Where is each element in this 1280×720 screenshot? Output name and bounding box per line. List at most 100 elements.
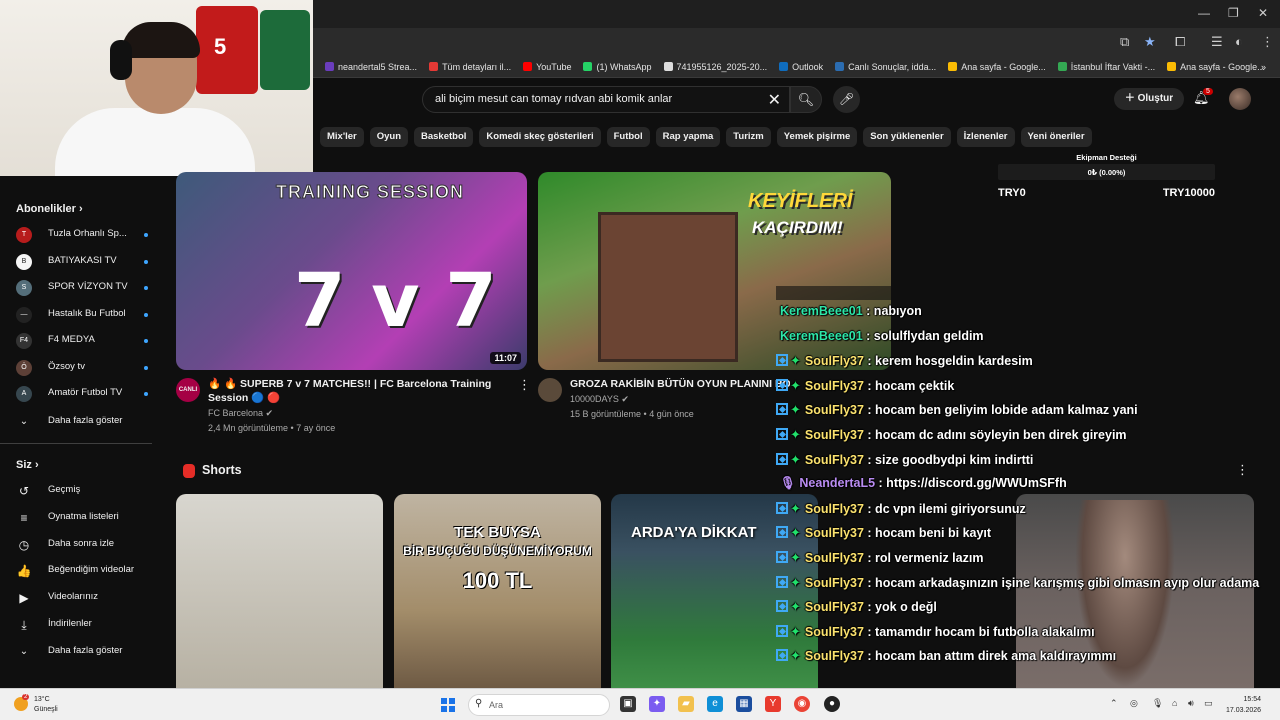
clear-search-icon[interactable]: ✕ (768, 90, 781, 110)
channel-name-2[interactable]: 10000DAYS ✔ (570, 394, 629, 405)
bookmark-star-icon[interactable]: ★ (1144, 34, 1156, 50)
video-thumbnail-1[interactable]: TRAINING SESSION 7 v 7 11:07 (176, 172, 527, 370)
bookmark-item[interactable]: Tüm detayları il... (429, 56, 511, 77)
you-item[interactable]: ▶ Videolarınız (16, 589, 166, 607)
filter-chip[interactable]: Turizm (726, 127, 771, 147)
you-item[interactable]: ◷ Daha sonra izle (16, 536, 166, 554)
edge-icon[interactable]: e (707, 696, 723, 712)
you-item[interactable]: ⤓ İndirilenler (16, 616, 166, 634)
sub-badge-icon: ✦ (790, 500, 801, 516)
channel-avatar-2[interactable] (538, 378, 562, 402)
bookmarks-overflow-icon[interactable]: » (1261, 56, 1266, 77)
subscriptions-heading[interactable]: Abonelikler › (16, 203, 83, 215)
broadcaster-mic-icon: 🎙︎ (780, 476, 800, 491)
bookmark-item[interactable]: Canlı Sonuçlar, idda... (835, 56, 936, 77)
channel-name-1[interactable]: FC Barcelona ✔ (208, 408, 273, 419)
video-title-2[interactable]: GROZA RAKİBİN BÜTÜN OYUN PLANINI BOZDU (570, 377, 790, 391)
tray-speaker-icon[interactable]: 🔊︎ (1188, 698, 1194, 709)
you-item-label: Beğendiğim videolar (48, 564, 135, 576)
tray-network-icon[interactable]: ⌂ (1172, 698, 1177, 708)
you-item[interactable]: ≡ Oynatma listeleri (16, 509, 166, 527)
obs-icon[interactable]: ● (824, 696, 840, 712)
start-button[interactable] (441, 698, 455, 712)
filter-chip[interactable]: Oyun (369, 127, 408, 147)
filter-chip[interactable]: Mix'ler (320, 127, 364, 147)
video-title-1[interactable]: 🔥 🔥 SUPERB 7 v 7 MATCHES!! | FC Barcelon… (208, 377, 508, 405)
history-icon: ↺ (18, 484, 30, 498)
show-more-button-2[interactable]: ⌄ Daha fazla göster (16, 643, 166, 661)
weather-widget[interactable]: 13°C Güneşli (34, 695, 58, 715)
voice-search-button[interactable]: 🎤︎ (833, 86, 860, 113)
extensions-icon[interactable]: ⧠ (1175, 34, 1185, 50)
browser-menu-icon[interactable]: ⋮ (1261, 34, 1274, 50)
maximize-icon[interactable]: ❐ (1228, 6, 1239, 20)
show-more-button[interactable]: ⌄ Daha fazla göster (16, 413, 166, 431)
short-card-1[interactable] (176, 494, 383, 688)
subscription-item[interactable]: — Hastalık Bu Futbol (16, 306, 166, 324)
like-icon: 👍 (16, 564, 32, 579)
bookmark-item[interactable]: Ana sayfa - Google... (1167, 56, 1265, 77)
task-view-icon[interactable]: ▣ (620, 696, 636, 712)
avatar[interactable] (1229, 88, 1251, 110)
sub-badge-icon: ✦ (790, 574, 801, 590)
subscription-item[interactable]: S SPOR VİZYON TV (16, 279, 166, 297)
chrome-icon[interactable]: ◉ (794, 696, 810, 712)
tray-mic-icon[interactable]: 🎙︎ (1152, 698, 1163, 709)
chat-username: SoulFly37 (804, 526, 864, 541)
filter-chip[interactable]: Son yüklenenler (863, 127, 951, 147)
chat-username: SoulFly37 (804, 551, 864, 565)
short-card-2[interactable]: TEK BUYSA BİR BUÇUĞU DÜŞÜNEMİYORUM 100 T… (394, 494, 601, 688)
bookmark-item[interactable]: (1) WhatsApp (583, 56, 652, 77)
bookmark-item[interactable]: İstanbul İftar Vakti -... (1057, 56, 1155, 77)
tray-battery-icon[interactable]: ▭ (1204, 698, 1213, 709)
divider (0, 443, 152, 444)
bookmark-label: neandertal5 Strea... (338, 62, 418, 72)
channel-avatar-1[interactable]: CANLI (176, 378, 200, 402)
install-icon[interactable]: ⧉ (1120, 34, 1129, 50)
filter-chip[interactable]: Komedi skeç gösterileri (479, 127, 601, 147)
yandex-icon[interactable]: Y (765, 696, 781, 712)
donation-goal-widget: Ekipman Desteği 0₺ (0.00%) TRY0 TRY10000 (998, 150, 1215, 210)
you-heading[interactable]: Siz › (16, 459, 39, 471)
create-button[interactable]: ＋ Oluştur (1114, 88, 1184, 110)
search-box[interactable]: ali biçim mesut can tomay rıdvan abi kom… (422, 86, 790, 113)
subscription-item[interactable]: B BATIYAKASI TV (16, 253, 166, 271)
chat-message: ✦ SoulFly37 : size goodbydpi kim indirtti (776, 452, 1033, 474)
taskbar-search[interactable]: ⚲ Ara (468, 694, 610, 716)
filter-chip[interactable]: Futbol (606, 127, 650, 147)
filter-chip[interactable]: Rap yapma (655, 127, 721, 147)
clock-date: 17.03.2026 (1226, 707, 1262, 714)
bookmark-item[interactable]: neandertal5 Strea... (325, 56, 418, 77)
subscription-item[interactable]: Ö Özsoy tv (16, 359, 166, 377)
your-videos-icon: ▶ (19, 591, 29, 606)
chat-text: : yok o değl (863, 600, 937, 615)
more-options-icon[interactable]: ⋮ (1236, 462, 1249, 478)
profile-icon[interactable]: ◐ (1235, 34, 1243, 49)
search-input[interactable]: ali biçim mesut can tomay rıdvan abi kom… (435, 93, 672, 105)
more-options-icon[interactable]: ⋮ (518, 377, 531, 393)
store-icon[interactable]: ▦ (736, 696, 752, 712)
copilot-icon[interactable]: ✦ (649, 696, 665, 712)
file-explorer-icon[interactable]: ▰ (678, 696, 694, 712)
you-item[interactable]: 👍 Beğendiğim videolar (16, 562, 166, 580)
filter-chip[interactable]: Yemek pişirme (776, 127, 858, 147)
reading-list-icon[interactable]: ☰ (1211, 34, 1223, 50)
subscription-item[interactable]: T Tuzla Orhanlı Sp... (16, 226, 166, 244)
tray-app-icon[interactable]: ◎ (1130, 698, 1138, 709)
subscription-item[interactable]: F4 F4 MEDYA (16, 332, 166, 350)
clock[interactable]: 15:54 17.03.2026 (1226, 694, 1261, 716)
filter-chip[interactable]: Basketbol (414, 127, 474, 147)
bookmark-item[interactable]: Outlook (779, 56, 823, 77)
bookmark-item[interactable]: 741955126_2025-20... (663, 56, 767, 77)
you-item[interactable]: ↺ Geçmiş (16, 482, 166, 500)
close-window-icon[interactable]: ✕ (1258, 6, 1268, 20)
bookmark-item[interactable]: YouTube (523, 56, 571, 77)
minimize-icon[interactable]: — (1198, 6, 1210, 20)
filter-chip[interactable]: İzlenenler (956, 127, 1015, 147)
tray-chevron-icon[interactable]: ⌃ (1110, 698, 1118, 709)
search-button[interactable]: 🔍︎ (790, 86, 822, 113)
chat-text: : hocam çektik (863, 378, 955, 393)
bookmark-item[interactable]: Ana sayfa - Google... (948, 56, 1046, 77)
subscription-item[interactable]: A Amatör Futbol TV (16, 385, 166, 403)
filter-chip[interactable]: Yeni öneriler (1020, 127, 1092, 147)
